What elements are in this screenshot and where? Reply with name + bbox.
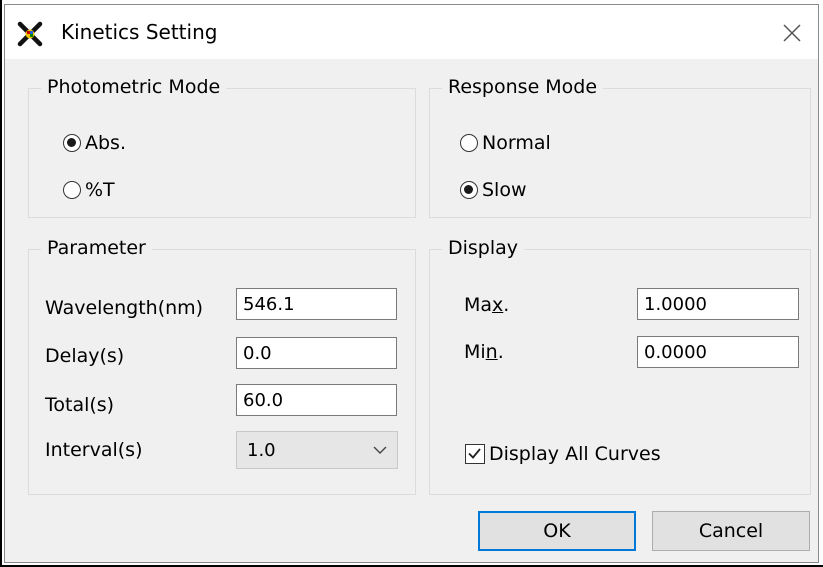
radio-percent-t-label: %T bbox=[85, 179, 115, 201]
photometric-mode-group: Photometric Mode Abs. %T bbox=[28, 74, 416, 218]
response-mode-label: Response Mode bbox=[442, 74, 604, 100]
radio-abs-indicator[interactable] bbox=[63, 134, 81, 152]
interval-label: Interval(s) bbox=[45, 439, 143, 461]
kinetics-setting-dialog: Kinetics Setting Photometric Mode Abs. %… bbox=[4, 4, 819, 563]
min-label: Min. bbox=[464, 341, 504, 363]
parameter-label: Parameter bbox=[41, 235, 152, 261]
delay-label: Delay(s) bbox=[45, 345, 125, 367]
radio-normal[interactable]: Normal bbox=[460, 129, 551, 157]
max-label: Max. bbox=[464, 294, 510, 316]
radio-abs-label: Abs. bbox=[85, 132, 126, 154]
radio-abs[interactable]: Abs. bbox=[63, 129, 126, 157]
window-title: Kinetics Setting bbox=[61, 20, 218, 44]
wavelength-input[interactable] bbox=[236, 288, 397, 320]
radio-normal-indicator[interactable] bbox=[460, 134, 478, 152]
interval-select[interactable]: 1.0 bbox=[236, 431, 398, 469]
photometric-mode-label: Photometric Mode bbox=[41, 74, 227, 100]
radio-slow-label: Slow bbox=[482, 179, 527, 201]
total-input[interactable] bbox=[236, 384, 397, 416]
close-icon bbox=[783, 24, 801, 42]
chevron-down-icon bbox=[373, 446, 387, 454]
title-bar: Kinetics Setting bbox=[5, 5, 818, 59]
display-all-curves-checkbox[interactable]: Display All Curves bbox=[465, 443, 661, 465]
display-group: Display Max. Min. Display All Curves bbox=[429, 235, 811, 495]
kinetics-app-icon bbox=[17, 21, 43, 47]
delay-input[interactable] bbox=[236, 337, 397, 369]
display-all-curves-label: Display All Curves bbox=[489, 443, 661, 465]
display-all-curves-box[interactable] bbox=[465, 444, 485, 464]
response-mode-group: Response Mode Normal Slow bbox=[429, 74, 811, 218]
cancel-button[interactable]: Cancel bbox=[652, 511, 810, 551]
total-label: Total(s) bbox=[45, 394, 115, 416]
wavelength-label: Wavelength(nm) bbox=[45, 297, 204, 319]
max-input[interactable] bbox=[637, 288, 799, 320]
min-input[interactable] bbox=[637, 336, 799, 368]
close-button[interactable] bbox=[772, 13, 812, 53]
radio-percent-t[interactable]: %T bbox=[63, 176, 115, 204]
radio-normal-label: Normal bbox=[482, 132, 551, 154]
display-label: Display bbox=[442, 235, 525, 261]
radio-slow[interactable]: Slow bbox=[460, 176, 527, 204]
parameter-group: Parameter Wavelength(nm) Delay(s) Total(… bbox=[28, 235, 416, 495]
radio-slow-indicator[interactable] bbox=[460, 181, 478, 199]
checkmark-icon bbox=[468, 448, 481, 459]
ok-button[interactable]: OK bbox=[478, 511, 636, 551]
radio-percent-t-indicator[interactable] bbox=[63, 181, 81, 199]
interval-value: 1.0 bbox=[247, 439, 276, 461]
